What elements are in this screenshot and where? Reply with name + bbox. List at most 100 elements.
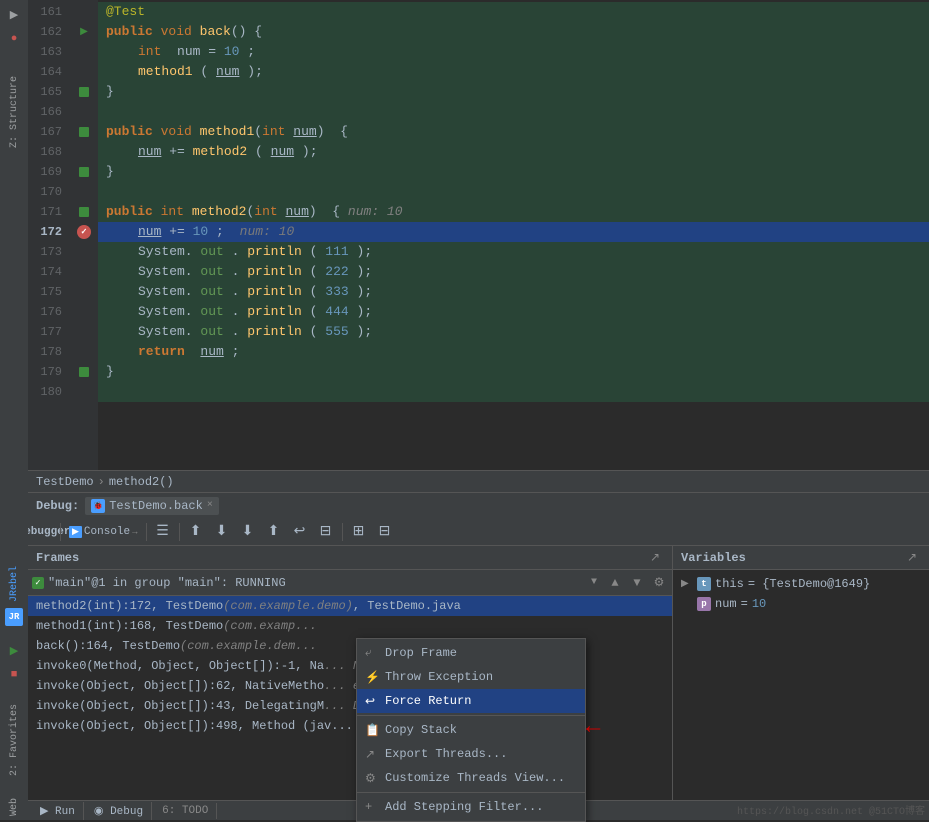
tab-todo[interactable]: 6: TODO (154, 803, 217, 819)
toolbar-btn-stepout[interactable]: ⬇ (236, 520, 260, 544)
code-line-169: } (98, 162, 929, 182)
method-marker-171 (79, 207, 89, 217)
code-line-177: System. out . println ( 555 ); (98, 322, 929, 342)
menu-item-force-return[interactable]: ↩ Force Return (357, 689, 585, 713)
gutter-173 (70, 242, 98, 262)
method-marker-165 (79, 87, 89, 97)
gutter: ▶ ✓ (70, 0, 98, 470)
code-line-167: public void method1 ( int num ) { (98, 122, 929, 142)
gutter-161 (70, 2, 98, 22)
export-threads-icon: ↗ (365, 747, 379, 762)
code-line-170 (98, 182, 929, 202)
thread-dropdown[interactable]: ▼ (586, 575, 602, 591)
toolbar-btn-stepover[interactable]: ⬆ (184, 520, 208, 544)
gutter-176 (70, 302, 98, 322)
left-sidebar: ▶ ● Z: Structure JRebel JR ▶ ■ 2: Favori… (0, 0, 28, 820)
code-line-166 (98, 102, 929, 122)
toolbar-btn-mute[interactable]: ⊟ (314, 520, 338, 544)
var-icon-this: t (697, 577, 711, 591)
thread-nav-down[interactable]: ▼ (628, 574, 646, 592)
debug-tab[interactable]: 🐞 TestDemo.back × (85, 497, 219, 515)
thread-nav-up[interactable]: ▲ (606, 574, 624, 592)
toolbar-btn-console[interactable]: ▶ Console → (65, 520, 142, 544)
tab-run[interactable]: ▶ Run (32, 802, 84, 820)
thread-filter[interactable]: ⚙ (650, 574, 668, 592)
toolbar-sep-4 (342, 523, 343, 541)
code-line-161: @Test (98, 2, 929, 22)
toolbar-btn-settings[interactable]: ⊞ (347, 520, 371, 544)
frames-panel-header: Frames ↗ (28, 546, 672, 570)
frames-expand-icon[interactable]: ↗ (646, 549, 664, 567)
debug-tab-name: TestDemo.back (109, 499, 203, 513)
force-return-icon: ↩ (365, 694, 379, 709)
menu-item-throw-exception[interactable]: ⚡ Throw Exception (357, 665, 585, 689)
debug-tab-close[interactable]: × (207, 500, 213, 511)
var-list: ▶ t this = {TestDemo@1649} p num = 10 (673, 570, 929, 820)
code-lines: @Test public void back () { int num = 10… (98, 0, 929, 470)
variables-panel-title: Variables (681, 551, 746, 565)
menu-item-add-stepping[interactable]: + Add Stepping Filter... (357, 795, 585, 819)
gutter-166 (70, 102, 98, 122)
code-line-164: method1 ( num ); (98, 62, 929, 82)
drop-frame-icon: ⤶ (365, 646, 379, 660)
menu-item-copy-stack[interactable]: 📋 Copy Stack (357, 718, 585, 742)
menu-label-force-return: Force Return (385, 694, 471, 708)
code-line-179: } (98, 362, 929, 382)
menu-label-export-threads: Export Threads... (385, 747, 507, 761)
frames-panel-title: Frames (36, 551, 79, 565)
var-item-num[interactable]: p num = 10 (673, 594, 929, 614)
sidebar-label-jrebel[interactable]: JRebel (7, 562, 22, 606)
debug-header: Debug: 🐞 TestDemo.back × (28, 492, 929, 518)
tab-debug[interactable]: ◉ Debug (86, 802, 152, 820)
sidebar-icon-1[interactable]: ▶ (3, 4, 25, 26)
sidebar-label-favorites[interactable]: 2: Favorites (7, 700, 22, 780)
menu-item-customize-threads[interactable]: ⚙ Customize Threads View... (357, 766, 585, 790)
frame-item-1[interactable]: method1(int):168, TestDemo (com.examp... (28, 616, 672, 636)
variables-expand-icon[interactable]: ↗ (903, 549, 921, 567)
menu-item-drop-frame[interactable]: ⤶ Drop Frame (357, 641, 585, 665)
toolbar-btn-frames[interactable]: ☰ (151, 520, 175, 544)
code-line-180 (98, 382, 929, 402)
gutter-172: ✓ (70, 222, 98, 242)
code-line-171: public int method2 ( int num ) { num: 10 (98, 202, 929, 222)
menu-item-export-threads[interactable]: ↗ Export Threads... (357, 742, 585, 766)
sidebar-label-structure[interactable]: Z: Structure (7, 72, 22, 152)
toolbar-btn-stepinto[interactable]: ⬇ (210, 520, 234, 544)
debug-tab-icon: 🐞 (91, 499, 105, 513)
debug-label: Debug: (36, 499, 79, 513)
breadcrumb-method[interactable]: method2() (109, 475, 174, 489)
sidebar-icon-2[interactable]: ● (3, 28, 25, 50)
code-line-174: System. out . println ( 222 ); (98, 262, 929, 282)
breakpoint-icon: ✓ (77, 225, 91, 239)
code-line-178: return num ; (98, 342, 929, 362)
gutter-168 (70, 142, 98, 162)
toolbar-btn-rerun[interactable]: ↩ (288, 520, 312, 544)
gutter-169 (70, 162, 98, 182)
toolbar-btn-debugger[interactable]: Debugger (32, 520, 56, 544)
sidebar-icon-debug-run[interactable]: ▶ (3, 640, 25, 662)
context-menu: ⤶ Drop Frame ⚡ Throw Exception ↩ Force R… (356, 638, 586, 822)
frame-item-0[interactable]: method2(int):172, TestDemo (com.example.… (28, 596, 672, 616)
menu-separator-2 (357, 792, 585, 793)
editor-area: 161 162 163 164 165 166 167 168 169 170 … (28, 0, 929, 490)
gutter-165 (70, 82, 98, 102)
sidebar-label-web[interactable]: Web (7, 794, 22, 820)
gutter-162: ▶ (70, 22, 98, 42)
var-item-this[interactable]: ▶ t this = {TestDemo@1649} (673, 574, 929, 594)
sidebar-icon-jrebel[interactable]: JR (5, 608, 23, 626)
gutter-174 (70, 262, 98, 282)
gutter-177 (70, 322, 98, 342)
var-icon-num: p (697, 597, 711, 611)
menu-label-customize-threads: Customize Threads View... (385, 771, 565, 785)
toolbar-btn-run[interactable]: ⬆ (262, 520, 286, 544)
breadcrumb-testdemo[interactable]: TestDemo (36, 475, 94, 489)
toolbar-sep-1 (60, 523, 61, 541)
toolbar-btn-more[interactable]: ⊟ (373, 520, 397, 544)
code-line-165: } (98, 82, 929, 102)
var-arrow-this: ▶ (681, 578, 693, 590)
breadcrumb-separator: › (98, 475, 105, 489)
sidebar-icon-debug-stop[interactable]: ■ (3, 664, 25, 686)
variables-panel-header: Variables ↗ (673, 546, 929, 570)
code-line-175: System. out . println ( 333 ); (98, 282, 929, 302)
var-name-num: num (715, 597, 737, 611)
